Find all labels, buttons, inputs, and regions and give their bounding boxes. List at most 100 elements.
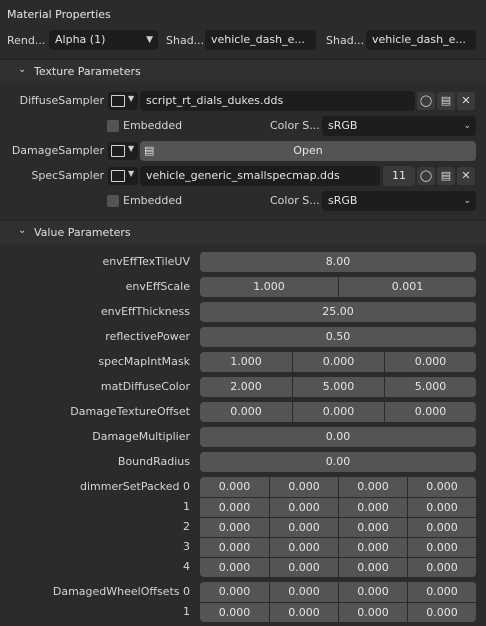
matrix-cell[interactable]: 0.000 (269, 477, 338, 497)
chevron-down-icon: ⌄ (463, 196, 471, 206)
colorspace-label: Color S... (270, 194, 320, 207)
value-cell[interactable]: 2.000 (200, 377, 292, 397)
section-title: Texture Parameters (34, 65, 141, 78)
embedded-checkbox[interactable] (107, 120, 119, 132)
matrix-cell[interactable]: 0.000 (407, 517, 476, 537)
envEffScale-field[interactable]: 1.000 0.001 (200, 277, 476, 297)
folder-icon[interactable]: ▤ (437, 92, 455, 110)
envefftextileuv-field[interactable]: 8.00 (200, 252, 476, 272)
matrix-cell[interactable]: 0.000 (407, 602, 476, 622)
value-cell[interactable]: 0.000 (384, 402, 476, 422)
value-cell[interactable]: 1.000 (200, 352, 292, 372)
matrix-cell[interactable]: 0.000 (338, 477, 407, 497)
matDiffuseColor-field[interactable]: 2.000 5.000 5.000 (200, 377, 476, 397)
param-label: specMapIntMask (98, 355, 190, 368)
BoundRadius-field[interactable]: 0.00 (200, 452, 476, 472)
chevron-down-icon: ⌄ (463, 121, 471, 131)
param-label: DamagedWheelOffsets 0 (52, 585, 190, 598)
value-cell[interactable]: 0.000 (292, 402, 384, 422)
value-cell[interactable]: 5.000 (292, 377, 384, 397)
diffuse-file-field[interactable]: script_rt_dials_dukes.dds (140, 91, 415, 111)
value-cell[interactable]: 0.001 (338, 277, 476, 297)
texture-parameters-header[interactable]: ⌄ Texture Parameters (0, 59, 486, 83)
shader1-value: vehicle_dash_e... (211, 33, 305, 46)
matrix-cell[interactable]: 0.000 (200, 557, 269, 577)
shader1-dropdown[interactable]: vehicle_dash_e... (205, 30, 316, 50)
embedded-checkbox[interactable] (107, 195, 119, 207)
image-browse-button[interactable]: ▼ (108, 142, 138, 160)
row-index-label: 3 (183, 540, 190, 553)
chevron-down-icon: ▼ (128, 169, 135, 178)
matrix-cell[interactable]: 0.000 (200, 497, 269, 517)
colorspace-dropdown[interactable]: sRGB ⌄ (322, 191, 476, 211)
param-label: dimmerSetPacked 0 (80, 480, 190, 493)
image-browse-button[interactable]: ▼ (108, 92, 138, 110)
matrix-cell[interactable]: 0.000 (338, 557, 407, 577)
matrix-cell[interactable]: 0.000 (269, 602, 338, 622)
reflectivePower-field[interactable]: 0.50 (200, 327, 476, 347)
DamagedWheelOffsets-matrix: 0.000 0.000 0.000 0.000 0.000 0.000 0.000 0.000 (200, 582, 476, 622)
render-mode-value: Alpha (1) (55, 33, 106, 46)
matrix-cell[interactable]: 0.000 (200, 537, 269, 557)
matrix-cell[interactable]: 0.000 (338, 602, 407, 622)
specMapIntMask-field[interactable]: 1.000 0.000 0.000 (200, 352, 476, 372)
matrix-cell[interactable]: 0.000 (407, 582, 476, 602)
embedded-label: Embedded (123, 194, 183, 207)
param-label: matDiffuseColor (100, 380, 190, 393)
value-cell[interactable]: 5.000 (384, 377, 476, 397)
matrix-cell[interactable]: 0.000 (407, 557, 476, 577)
folder-icon[interactable]: ▤ (437, 167, 455, 185)
spec-sampler-label: SpecSampler (31, 169, 104, 182)
param-label: DamageMultiplier (92, 430, 190, 443)
spec-file-field[interactable]: vehicle_generic_smallspecmap.dds (140, 166, 380, 186)
row-index-label: 4 (183, 560, 190, 573)
row-index-label: 1 (183, 500, 190, 513)
matrix-cell[interactable]: 0.000 (407, 477, 476, 497)
DamageMultiplier-field[interactable]: 0.00 (200, 427, 476, 447)
matrix-cell[interactable]: 0.000 (200, 602, 269, 622)
value-parameters-header[interactable]: ⌄ Value Parameters (0, 220, 486, 244)
matrix-cell[interactable]: 0.000 (407, 497, 476, 517)
matrix-cell[interactable]: 0.000 (269, 582, 338, 602)
matrix-cell[interactable]: 0.000 (269, 557, 338, 577)
envEffThickness-field[interactable]: 25.00 (200, 302, 476, 322)
matrix-cell[interactable]: 0.000 (269, 497, 338, 517)
value-cell[interactable]: 0.000 (384, 352, 476, 372)
render-mode-dropdown[interactable]: Alpha (1) ▼ (49, 30, 158, 50)
param-label: DamageTextureOffset (70, 405, 190, 418)
param-label: BoundRadius (117, 455, 190, 468)
chevron-down-icon: ⌄ (18, 64, 27, 75)
matrix-cell[interactable]: 0.000 (407, 537, 476, 557)
matrix-cell[interactable]: 0.000 (338, 537, 407, 557)
embedded-label: Embedded (123, 119, 183, 132)
matrix-cell[interactable]: 0.000 (338, 497, 407, 517)
fake-user-shield-icon[interactable]: ◯ (417, 92, 435, 110)
matrix-cell[interactable]: 0.000 (269, 537, 338, 557)
dimmerSetPacked-matrix: 0.000 0.000 0.000 0.000 0.000 0.000 0.000 0.000… (200, 477, 476, 577)
value-cell[interactable]: 0.000 (292, 352, 384, 372)
open-image-button[interactable]: ▤ Open (140, 141, 476, 161)
matrix-cell[interactable]: 0.000 (269, 517, 338, 537)
close-icon[interactable]: ✕ (457, 167, 475, 185)
value-cell[interactable]: 0.000 (200, 402, 292, 422)
render-label: Rend... (7, 34, 46, 47)
fake-user-shield-icon[interactable]: ◯ (417, 167, 435, 185)
close-icon[interactable]: ✕ (457, 92, 475, 110)
folder-icon: ▤ (144, 144, 155, 157)
shader2-value: vehicle_dash_e... (372, 33, 466, 46)
matrix-cell[interactable]: 0.000 (338, 582, 407, 602)
section-title: Value Parameters (34, 226, 131, 239)
DamageTextureOffset-field[interactable]: 0.000 0.000 0.000 (200, 402, 476, 422)
matrix-cell[interactable]: 0.000 (200, 582, 269, 602)
row-index-label: 1 (183, 605, 190, 618)
chevron-down-icon: ▼ (128, 144, 135, 153)
matrix-cell[interactable]: 0.000 (200, 477, 269, 497)
shader2-dropdown[interactable]: vehicle_dash_e... (366, 30, 476, 50)
shader1-label: Shad... (166, 34, 205, 47)
matrix-cell[interactable]: 0.000 (338, 517, 407, 537)
matrix-cell[interactable]: 0.000 (200, 517, 269, 537)
user-count[interactable]: 11 (383, 166, 415, 186)
image-browse-button[interactable]: ▼ (108, 167, 138, 185)
colorspace-dropdown[interactable]: sRGB ⌄ (322, 116, 476, 136)
value-cell[interactable]: 1.000 (200, 277, 338, 297)
